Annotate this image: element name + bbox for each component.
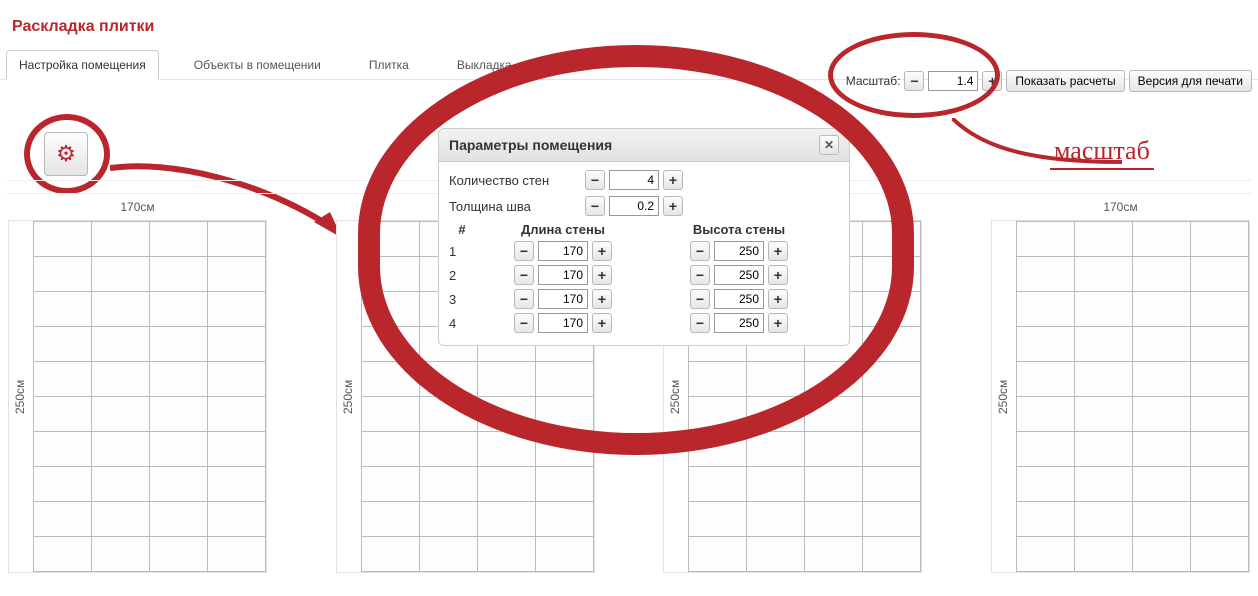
gear-icon: ⚙ [56, 141, 76, 167]
len-input[interactable] [538, 289, 588, 309]
len-minus[interactable]: − [514, 241, 534, 261]
scale-plus-button[interactable]: + [982, 71, 1002, 91]
show-calc-button[interactable]: Показать расчеты [1006, 70, 1124, 92]
wall-4: 170см 250см [991, 200, 1250, 596]
len-plus[interactable]: + [592, 313, 612, 333]
walls-count-minus[interactable]: − [585, 170, 605, 190]
walls-count-plus[interactable]: + [663, 170, 683, 190]
wall-row: 4 − + − + [449, 313, 839, 333]
len-input[interactable] [538, 265, 588, 285]
wall-width-label: 170см [120, 200, 154, 214]
row-index: 2 [449, 268, 475, 283]
h-plus[interactable]: + [768, 265, 788, 285]
dialog-body: Количество стен − + Толщина шва − + # Дл… [439, 162, 849, 345]
wall-row: 2 − + − + [449, 265, 839, 285]
print-version-button[interactable]: Версия для печати [1129, 70, 1252, 92]
dialog-close-button[interactable]: ✕ [819, 135, 839, 155]
h-minus[interactable]: − [690, 265, 710, 285]
col-length: Длина стены [475, 222, 651, 237]
h-minus[interactable]: − [690, 289, 710, 309]
tile-cell [34, 222, 91, 256]
len-input[interactable] [538, 241, 588, 261]
seam-label: Толщина шва [449, 199, 579, 214]
col-hash: # [449, 222, 475, 237]
toolbar: Масштаб: − + Показать расчеты Версия для… [846, 70, 1252, 92]
page-title: Раскладка плитки [0, 0, 1258, 44]
tab-objects[interactable]: Объекты в помещении [181, 50, 334, 80]
wall-row: 3 − + − + [449, 289, 839, 309]
wall-height-label: 250см [992, 221, 1014, 572]
h-plus[interactable]: + [768, 313, 788, 333]
dialog-header[interactable]: Параметры помещения ✕ [439, 129, 849, 162]
annotation-arrow-icon [952, 118, 1132, 178]
seam-plus[interactable]: + [663, 196, 683, 216]
settings-gear-button[interactable]: ⚙ [44, 132, 88, 176]
row-index: 4 [449, 316, 475, 331]
wall-row: 1 − + − + [449, 241, 839, 261]
len-plus[interactable]: + [592, 265, 612, 285]
col-height: Высота стены [651, 222, 827, 237]
scale-input[interactable] [928, 71, 978, 91]
wall-width-label: 170см [1103, 200, 1137, 214]
walls-count-label: Количество стен [449, 173, 579, 188]
len-minus[interactable]: − [514, 313, 534, 333]
len-input[interactable] [538, 313, 588, 333]
scale-label: Масштаб: [846, 74, 901, 88]
tab-layout[interactable]: Выкладка [444, 50, 525, 80]
len-plus[interactable]: + [592, 289, 612, 309]
h-input[interactable] [714, 289, 764, 309]
tile-grid[interactable] [33, 221, 266, 572]
wall-height-label: 250см [9, 221, 31, 572]
h-input[interactable] [714, 313, 764, 333]
tile-grid[interactable] [1016, 221, 1249, 572]
h-minus[interactable]: − [690, 241, 710, 261]
walls-count-input[interactable] [609, 170, 659, 190]
h-plus[interactable]: + [768, 289, 788, 309]
tab-room-setup[interactable]: Настройка помещения [6, 50, 159, 80]
wall-1: 170см 250см [8, 200, 267, 596]
h-input[interactable] [714, 265, 764, 285]
h-plus[interactable]: + [768, 241, 788, 261]
wall-table-header: # Длина стены Высота стены [449, 222, 839, 237]
seam-minus[interactable]: − [585, 196, 605, 216]
len-minus[interactable]: − [514, 265, 534, 285]
len-minus[interactable]: − [514, 289, 534, 309]
annotation-scale-label: масштаб [1050, 136, 1154, 170]
seam-input[interactable] [609, 196, 659, 216]
h-minus[interactable]: − [690, 313, 710, 333]
dialog-title: Параметры помещения [449, 137, 612, 153]
row-index: 3 [449, 292, 475, 307]
tab-tile[interactable]: Плитка [356, 50, 422, 80]
row-index: 1 [449, 244, 475, 259]
h-input[interactable] [714, 241, 764, 261]
scale-minus-button[interactable]: − [904, 71, 924, 91]
len-plus[interactable]: + [592, 241, 612, 261]
room-params-dialog: Параметры помещения ✕ Количество стен − … [438, 128, 850, 346]
wall-height-label: 250см [337, 221, 359, 572]
